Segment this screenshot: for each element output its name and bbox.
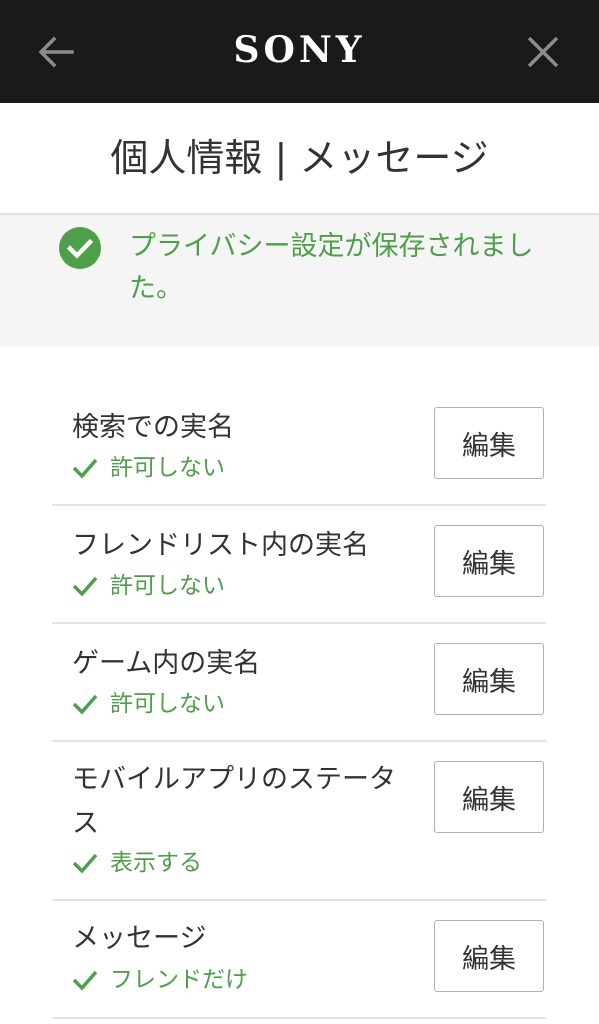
top-bar: SONY	[0, 0, 599, 103]
check-icon	[72, 694, 98, 715]
setting-row-friend-list-real-name: フレンドリスト内の実名 許可しない 編集	[52, 516, 546, 622]
sony-logo: SONY	[233, 29, 366, 71]
row-divider	[52, 504, 546, 506]
check-icon	[72, 853, 98, 874]
setting-row-in-game-real-name: ゲーム内の実名 許可しない 編集	[52, 634, 546, 740]
edit-button[interactable]: 編集	[434, 920, 544, 992]
setting-label: ゲーム内の実名	[72, 648, 261, 679]
edit-button[interactable]: 編集	[434, 643, 544, 715]
check-icon	[72, 458, 98, 479]
row-divider	[52, 622, 546, 624]
edit-button[interactable]: 編集	[434, 761, 544, 833]
setting-row-search-real-name: 検索での実名 許可しない 編集	[52, 398, 546, 504]
close-icon	[527, 36, 559, 68]
setting-label: モバイルアプリのステータス	[72, 764, 396, 839]
setting-value-text: 許可しない	[110, 691, 225, 717]
close-button[interactable]	[521, 30, 565, 74]
setting-row-messages: メッセージ フレンドだけ 編集	[52, 911, 546, 1017]
setting-label: フレンドリスト内の実名	[72, 530, 369, 561]
setting-label: 検索での実名	[72, 412, 234, 443]
setting-value-text: 表示する	[110, 850, 202, 876]
page-title: 個人情報 | メッセージ	[110, 136, 489, 180]
edit-button[interactable]: 編集	[434, 525, 544, 597]
row-divider	[52, 1017, 546, 1019]
setting-value: 表示する	[72, 846, 202, 880]
row-divider	[52, 740, 546, 742]
setting-label: メッセージ	[72, 923, 207, 954]
check-circle-icon	[59, 227, 101, 269]
check-icon	[72, 576, 98, 597]
edit-button[interactable]: 編集	[434, 407, 544, 479]
setting-value-text: 許可しない	[110, 455, 225, 481]
setting-value: フレンドだけ	[72, 963, 248, 997]
setting-value: 許可しない	[72, 569, 225, 603]
setting-value: 許可しない	[72, 687, 225, 721]
setting-value-text: 許可しない	[110, 573, 225, 599]
setting-row-mobile-app-status: モバイルアプリのステータス 表示する 編集	[52, 752, 546, 898]
row-divider	[52, 899, 546, 901]
setting-value: 許可しない	[72, 451, 225, 485]
setting-value-text: フレンドだけ	[110, 967, 248, 993]
success-message: プライバシー設定が保存されました。	[129, 231, 534, 304]
check-icon	[72, 970, 98, 991]
